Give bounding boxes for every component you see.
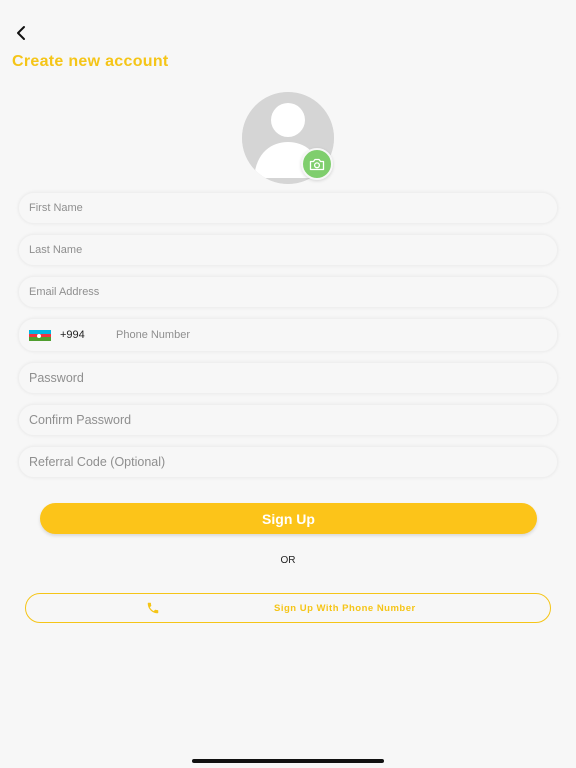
referral-code-field[interactable] [18, 446, 558, 478]
phone-icon [147, 602, 159, 614]
phone-field[interactable]: +994 [18, 318, 558, 352]
sign-up-with-phone-label: Sign Up With Phone Number [274, 603, 416, 614]
avatar-picker[interactable] [242, 92, 334, 184]
azerbaijan-flag-icon[interactable] [29, 330, 51, 342]
dial-code[interactable]: +994 [60, 329, 85, 341]
password-input[interactable] [29, 363, 539, 393]
back-button[interactable] [10, 22, 32, 44]
sign-up-button[interactable]: Sign Up [40, 503, 537, 534]
password-field[interactable] [18, 362, 558, 394]
email-input[interactable] [29, 277, 539, 307]
sign-up-with-phone-button[interactable]: Sign Up With Phone Number [25, 593, 551, 623]
referral-code-input[interactable] [29, 447, 539, 477]
first-name-input[interactable] [29, 193, 539, 223]
first-name-field[interactable] [18, 192, 558, 224]
camera-icon [309, 158, 325, 170]
confirm-password-field[interactable] [18, 404, 558, 436]
home-indicator [192, 759, 384, 763]
last-name-field[interactable] [18, 234, 558, 266]
or-divider-label: OR [280, 555, 296, 566]
chevron-left-icon [17, 26, 25, 40]
email-field[interactable] [18, 276, 558, 308]
last-name-input[interactable] [29, 235, 539, 265]
camera-button[interactable] [301, 148, 333, 180]
phone-number-input[interactable] [116, 320, 536, 350]
signup-screen: Create new account First Name Last Name … [0, 0, 576, 768]
page-title: Create new account [12, 53, 169, 70]
confirm-password-input[interactable] [29, 405, 539, 435]
